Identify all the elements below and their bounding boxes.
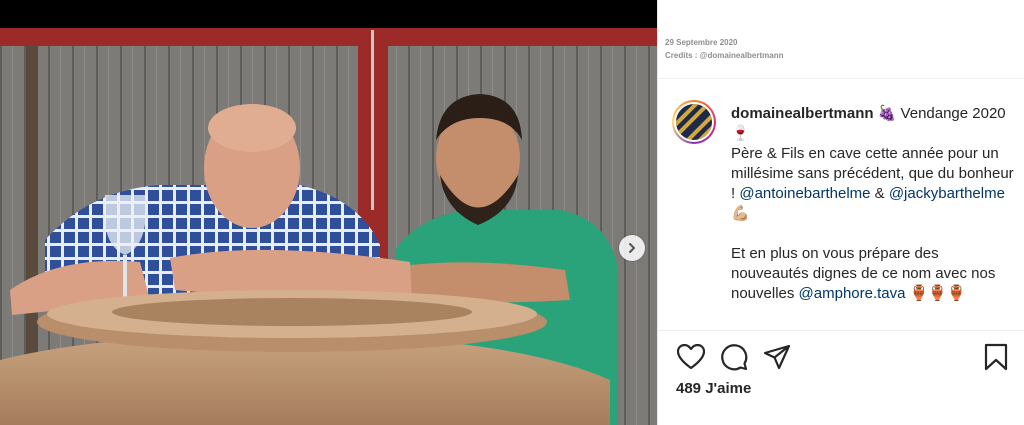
caption-emoji: 💪🏼 <box>731 205 750 222</box>
save-button[interactable] <box>981 342 1011 372</box>
avatar[interactable] <box>672 100 716 144</box>
post-credits: Credits : @domainealbertmann <box>665 51 784 60</box>
share-button[interactable] <box>762 342 792 372</box>
comment-button[interactable] <box>719 342 749 372</box>
mention-link[interactable]: @amphore.tava <box>799 285 906 302</box>
caption-emoji: 🏺🏺🏺 <box>905 285 966 302</box>
like-button[interactable] <box>676 342 706 372</box>
post-caption: domainealbertmann 🍇 Vendange 2020 🍷 Père… <box>731 104 1019 304</box>
post-date: 29 Septembre 2020 <box>665 38 738 47</box>
post-meta: 29 Septembre 2020 Credits : @domainealbe… <box>665 36 784 62</box>
heart-icon <box>677 344 705 370</box>
share-icon <box>763 344 791 370</box>
carousel-next-button[interactable] <box>619 235 645 261</box>
mention-link[interactable]: @antoinebarthelme <box>739 185 870 202</box>
divider <box>658 330 1024 331</box>
post-actions <box>676 342 1011 374</box>
like-count[interactable]: 489 J'aime <box>676 380 751 397</box>
post-photo <box>0 0 657 425</box>
comment-icon <box>721 344 748 371</box>
bookmark-icon <box>984 343 1008 371</box>
chevron-right-icon <box>629 243 635 253</box>
avatar-image <box>676 104 712 140</box>
caption-text: & <box>870 185 889 202</box>
post-username[interactable]: domainealbertmann <box>731 105 874 122</box>
mention-link[interactable]: @jackybarthelme <box>889 185 1005 202</box>
divider <box>658 78 1024 79</box>
post-sidebar: 29 Septembre 2020 Credits : @domainealbe… <box>657 0 1024 425</box>
photo-illustration <box>0 0 657 425</box>
